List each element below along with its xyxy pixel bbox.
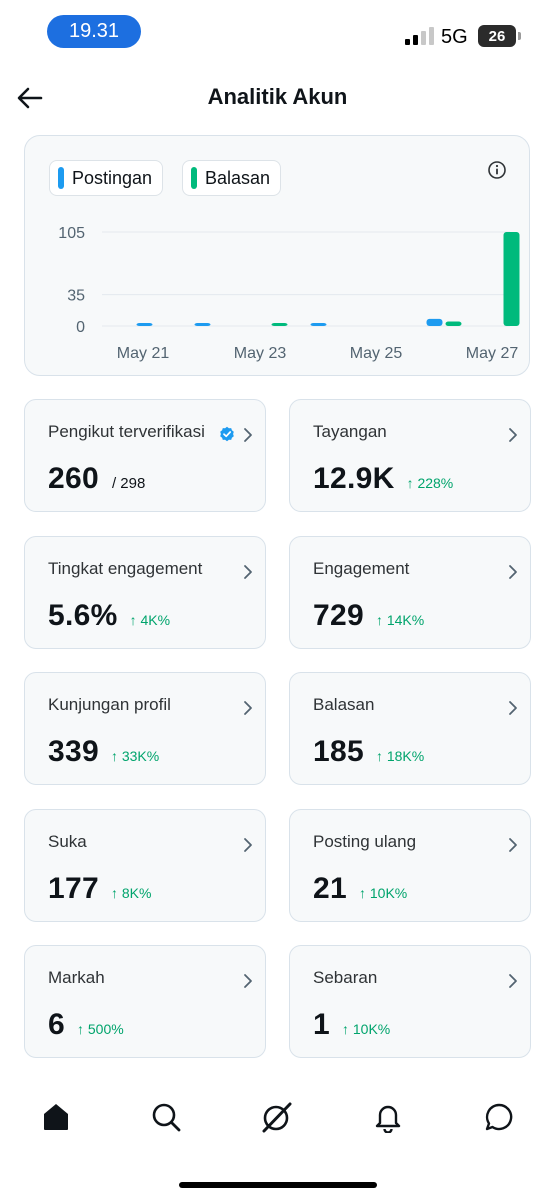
- bar-posts[interactable]: [310, 323, 327, 326]
- chevron-right-icon: [244, 565, 252, 579]
- stat-label: Posting ulang: [313, 832, 417, 851]
- chevron-right-icon: [509, 565, 517, 579]
- stat-card[interactable]: Posting ulang 21 ↑ 10K%: [289, 809, 531, 922]
- stat-total: / 298: [111, 475, 146, 492]
- bar-posts[interactable]: [426, 318, 443, 326]
- stat-value: 260: [48, 462, 99, 495]
- stat-value: 185: [313, 735, 364, 768]
- home-icon: [44, 1104, 68, 1130]
- stat-delta: ↑ 33K%: [110, 748, 160, 764]
- chevron-right-icon: [244, 428, 252, 442]
- x-tick-label: May 27: [466, 345, 519, 362]
- battery-icon: 26: [478, 25, 521, 47]
- bar-replies[interactable]: [271, 323, 288, 326]
- bell-icon: [375, 1105, 401, 1133]
- x-tick-label: May 25: [350, 345, 403, 362]
- page-header: Analitik Akun: [0, 70, 555, 126]
- stat-label: Pengikut terverifikasi: [48, 422, 205, 441]
- signal-icon: [405, 27, 434, 45]
- nav-grok[interactable]: [257, 1097, 297, 1137]
- nav-messages[interactable]: [479, 1097, 519, 1137]
- stat-value: 339: [48, 735, 99, 768]
- stat-card[interactable]: Tingkat engagement 5.6% ↑ 4K%: [24, 536, 266, 649]
- stat-value-row: 6 ↑ 500%: [48, 1008, 124, 1042]
- stat-delta: ↑ 18K%: [375, 748, 425, 764]
- stat-value: 177: [48, 872, 99, 905]
- stat-value-row: 1 ↑ 10K%: [313, 1008, 390, 1042]
- stat-card[interactable]: Engagement 729 ↑ 14K%: [289, 536, 531, 649]
- stat-value: 12.9K: [313, 462, 395, 495]
- stat-value-row: 21 ↑ 10K%: [313, 872, 407, 906]
- x-tick-label: May 21: [117, 345, 170, 362]
- stat-value-row: 5.6% ↑ 4K%: [48, 599, 170, 633]
- stat-value: 21: [313, 872, 347, 905]
- stat-card[interactable]: Markah 6 ↑ 500%: [24, 945, 266, 1058]
- stat-label: Suka: [48, 832, 87, 851]
- stat-card[interactable]: Kunjungan profil 339 ↑ 33K%: [24, 672, 266, 785]
- page-title: Analitik Akun: [207, 84, 348, 109]
- chevron-right-icon: [509, 974, 517, 988]
- status-time: 19.31: [47, 15, 141, 48]
- status-bar: 19.31 5G 26: [0, 0, 555, 60]
- y-tick-label: 35: [67, 288, 85, 305]
- verified-badge-icon: [220, 426, 234, 442]
- stat-delta: ↑ 14K%: [375, 612, 425, 628]
- stat-card[interactable]: Sebaran 1 ↑ 10K%: [289, 945, 531, 1058]
- network-type: 5G: [441, 26, 468, 48]
- nav-home[interactable]: [36, 1097, 76, 1137]
- stat-label: Balasan: [313, 695, 375, 714]
- stat-value: 5.6%: [48, 599, 118, 632]
- stat-label: Markah: [48, 968, 105, 987]
- chevron-right-icon: [244, 701, 252, 715]
- x-tick-label: May 23: [234, 345, 287, 362]
- stat-value-row: 185 ↑ 18K%: [313, 735, 424, 769]
- bar-posts[interactable]: [194, 323, 211, 326]
- chevron-right-icon: [509, 838, 517, 852]
- chart-card: Postingan Balasan 105 35 0 May 21 May 23 May …: [24, 135, 530, 376]
- chevron-right-icon: [244, 974, 252, 988]
- messages-icon: [485, 1103, 513, 1131]
- stat-card[interactable]: Tayangan 12.9K ↑ 228%: [289, 399, 531, 512]
- bar-replies[interactable]: [445, 321, 462, 326]
- chevron-right-icon: [509, 428, 517, 442]
- stat-label: Sebaran: [313, 968, 378, 987]
- stat-value-row: 729 ↑ 14K%: [313, 599, 424, 633]
- home-indicator: [179, 1182, 377, 1188]
- nav-notifications[interactable]: [368, 1097, 408, 1137]
- stat-value-row: 339 ↑ 33K%: [48, 735, 159, 769]
- y-tick-label: 105: [58, 225, 85, 242]
- battery-level: 26: [488, 27, 506, 45]
- stat-delta: ↑ 10K%: [342, 1021, 391, 1037]
- chevron-right-icon: [509, 701, 517, 715]
- stat-value: 1: [313, 1008, 330, 1041]
- stat-label: Engagement: [313, 559, 410, 578]
- stat-value-row: 260 / 298: [48, 462, 145, 496]
- stat-delta: ↑ 4K%: [129, 612, 171, 628]
- stat-delta: ↑ 500%: [77, 1021, 124, 1037]
- stat-label: Tingkat engagement: [48, 559, 203, 578]
- stat-value: 6: [48, 1008, 65, 1041]
- bottom-nav: [0, 1085, 555, 1149]
- stat-value-row: 12.9K ↑ 228%: [313, 462, 453, 496]
- stat-value: 729: [313, 599, 364, 632]
- bar-posts[interactable]: [136, 323, 153, 326]
- grok-icon: [262, 1102, 292, 1133]
- stat-card[interactable]: Balasan 185 ↑ 18K%: [289, 672, 531, 785]
- stat-value-row: 177 ↑ 8K%: [48, 872, 151, 906]
- stat-card[interactable]: Suka 177 ↑ 8K%: [24, 809, 266, 922]
- chevron-right-icon: [244, 838, 252, 852]
- stat-label: Kunjungan profil: [48, 695, 171, 714]
- bar-replies[interactable]: [503, 232, 520, 326]
- stat-card[interactable]: Pengikut terverifikasi 260 / 298: [24, 399, 266, 512]
- stat-delta: ↑ 10K%: [358, 885, 408, 901]
- stat-delta: ↑ 8K%: [110, 885, 152, 901]
- search-icon: [152, 1103, 181, 1132]
- stat-delta: ↑ 228%: [406, 475, 454, 491]
- bar-chart: 105 35 0 May 21 May 23 May 25 May 27: [58, 225, 520, 362]
- nav-search[interactable]: [146, 1097, 186, 1137]
- stat-label: Tayangan: [313, 422, 387, 441]
- y-tick-label: 0: [76, 319, 85, 336]
